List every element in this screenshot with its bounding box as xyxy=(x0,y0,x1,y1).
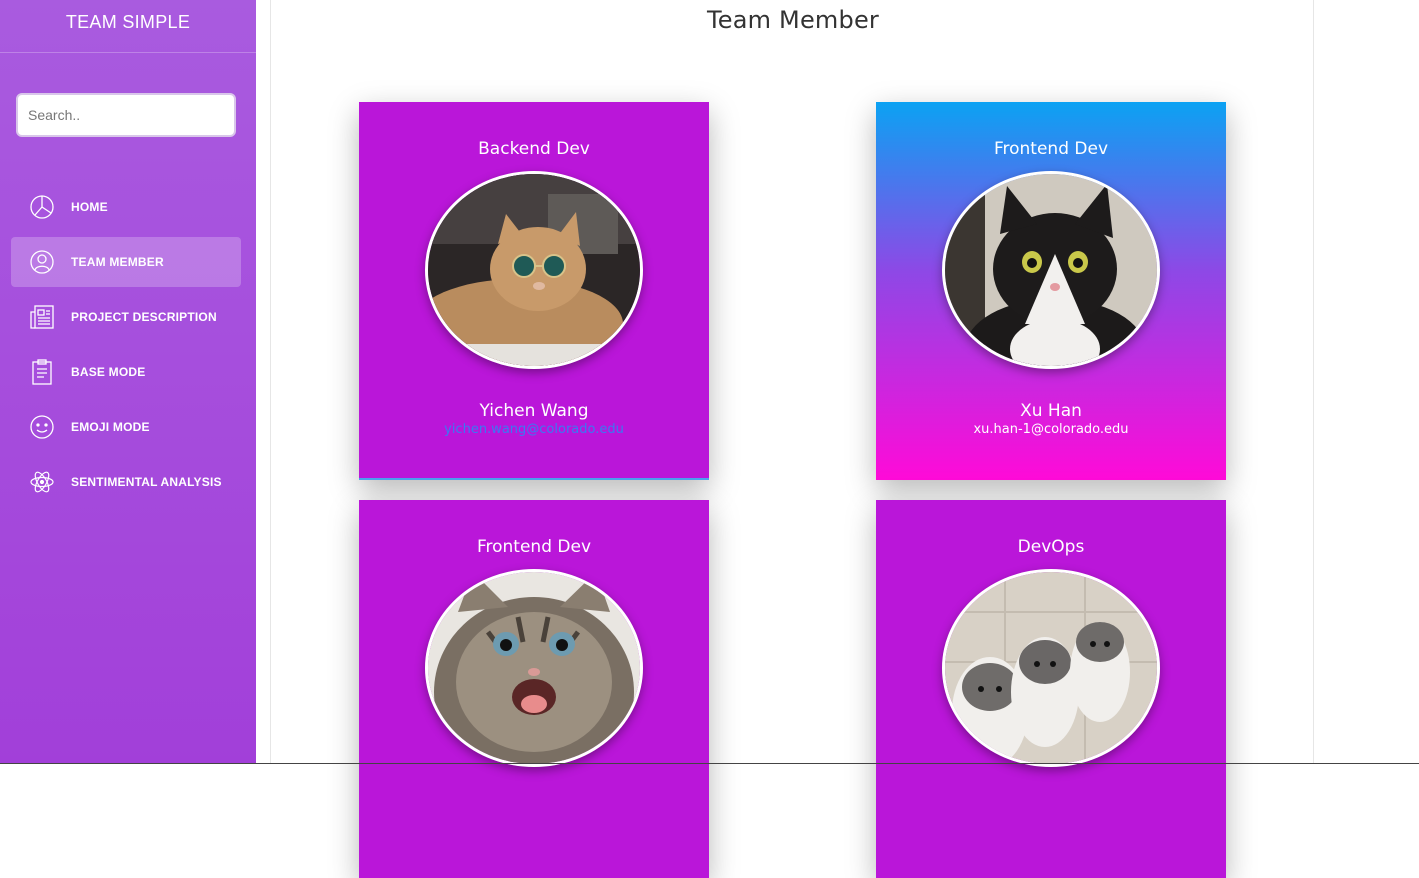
member-role: Frontend Dev xyxy=(993,139,1109,159)
sidebar-item-base-mode[interactable]: BASE MODE xyxy=(11,347,241,397)
black-and-white-cat-photo xyxy=(945,174,1157,366)
sidebar: TEAM SIMPLE HOME TEAM MEMBER PROJECT DES… xyxy=(0,0,256,764)
sidebar-item-label: BASE MODE xyxy=(71,365,146,379)
sidebar-item-label: TEAM MEMBER xyxy=(71,255,164,269)
member-avatar xyxy=(425,569,643,767)
user-icon xyxy=(28,248,56,276)
search-input[interactable] xyxy=(16,93,236,137)
tabby-kitten-photo xyxy=(428,572,640,764)
sidebar-item-project-description[interactable]: PROJECT DESCRIPTION xyxy=(11,292,241,342)
three-kittens-photo xyxy=(945,572,1157,764)
brand-title[interactable]: TEAM SIMPLE xyxy=(0,0,256,53)
member-role: DevOps xyxy=(1017,537,1085,557)
cat-with-sunglasses-photo xyxy=(428,174,640,366)
member-name: Xu Han xyxy=(1020,401,1082,421)
smiley-icon xyxy=(28,413,56,441)
member-card: Backend Dev Yichen Wang yichen.wang@colo… xyxy=(359,102,709,480)
member-role: Frontend Dev xyxy=(476,537,592,557)
search-container xyxy=(16,93,236,137)
member-avatar xyxy=(942,171,1160,369)
newspaper-icon xyxy=(28,303,56,331)
sidebar-item-team-member[interactable]: TEAM MEMBER xyxy=(11,237,241,287)
member-name: Yichen Wang xyxy=(479,401,589,421)
sidebar-item-emoji-mode[interactable]: EMOJI MODE xyxy=(11,402,241,452)
member-role: Backend Dev xyxy=(478,139,590,159)
pie-chart-icon xyxy=(28,193,56,221)
atom-icon xyxy=(28,468,56,496)
member-card: Frontend Dev xyxy=(359,500,709,878)
member-avatar xyxy=(425,171,643,369)
member-card: Frontend Dev Xu Han xu.han-1@colorado.ed… xyxy=(876,102,1226,480)
member-email: xu.han-1@colorado.edu xyxy=(973,422,1129,437)
sidebar-item-label: SENTIMENTAL ANALYSIS xyxy=(71,475,222,489)
member-email-link[interactable]: yichen.wang@colorado.edu xyxy=(359,422,709,437)
sidebar-item-label: HOME xyxy=(71,200,108,214)
main-content: Team Member Backend Dev Yichen Wang yich… xyxy=(270,0,1314,878)
member-avatar xyxy=(942,569,1160,767)
sidebar-nav: HOME TEAM MEMBER PROJECT DESCRIPTION BAS… xyxy=(11,182,241,512)
sidebar-item-label: PROJECT DESCRIPTION xyxy=(71,310,217,324)
clipboard-icon xyxy=(28,358,56,386)
member-card: DevOps xyxy=(876,500,1226,878)
sidebar-item-home[interactable]: HOME xyxy=(11,182,241,232)
page-title: Team Member xyxy=(707,6,879,34)
sidebar-item-label: EMOJI MODE xyxy=(71,420,150,434)
sidebar-item-sentimental-analysis[interactable]: SENTIMENTAL ANALYSIS xyxy=(11,457,241,507)
